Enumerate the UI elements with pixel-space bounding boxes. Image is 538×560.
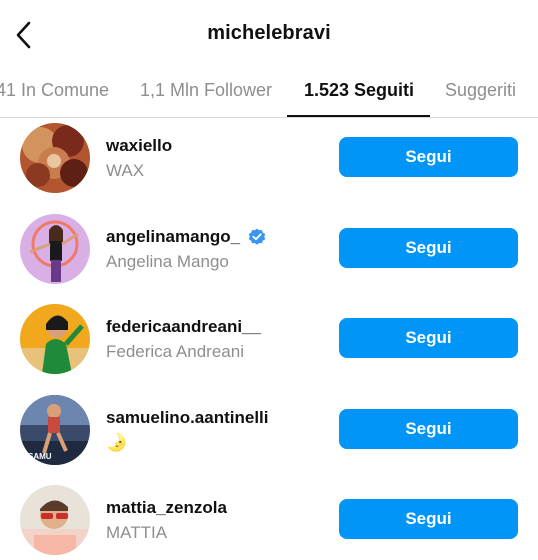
- full-name: MATTIA: [106, 523, 168, 542]
- avatar-caption: SAMU: [28, 452, 52, 461]
- tab-bar: 41 In Comune 1,1 Mln Follower 1.523 Segu…: [0, 70, 538, 118]
- follow-button[interactable]: Segui: [339, 228, 518, 268]
- tab-follower[interactable]: 1,1 Mln Follower: [140, 80, 272, 101]
- username[interactable]: angelinamango_: [106, 227, 240, 247]
- follow-button[interactable]: Segui: [339, 137, 518, 177]
- list-item[interactable]: federicaandreani__ Federica Andreani Seg…: [0, 299, 538, 389]
- follow-button[interactable]: Segui: [339, 318, 518, 358]
- avatar[interactable]: [20, 123, 90, 193]
- tab-seguiti[interactable]: 1.523 Seguiti: [304, 80, 414, 101]
- full-name: 🌛: [106, 433, 128, 452]
- tab-in-comune[interactable]: 41 In Comune: [0, 80, 109, 101]
- username[interactable]: mattia_zenzola: [106, 498, 227, 518]
- follow-button[interactable]: Segui: [339, 499, 518, 539]
- verified-badge-icon: [248, 228, 266, 245]
- header: michelebravi: [0, 0, 538, 70]
- full-name: Angelina Mango: [106, 252, 229, 271]
- avatar[interactable]: SAMU: [20, 395, 90, 465]
- profile-title: michelebravi: [207, 22, 331, 44]
- active-tab-indicator: [287, 115, 430, 117]
- avatar[interactable]: [20, 214, 90, 284]
- list-item[interactable]: waxiello WAX Segui: [0, 118, 538, 208]
- tab-suggeriti[interactable]: Suggeriti: [445, 80, 516, 101]
- username[interactable]: federicaandreani__: [106, 317, 261, 337]
- username[interactable]: waxiello: [106, 136, 172, 156]
- avatar[interactable]: [20, 485, 90, 555]
- follow-button[interactable]: Segui: [339, 409, 518, 449]
- list-item[interactable]: SAMU samuelino.aantinelli 🌛 Segui: [0, 390, 538, 480]
- avatar[interactable]: [20, 304, 90, 374]
- full-name: WAX: [106, 161, 145, 180]
- list-item[interactable]: angelinamango_ Angelina Mango Segui: [0, 209, 538, 299]
- full-name: Federica Andreani: [106, 342, 244, 361]
- username[interactable]: samuelino.aantinelli: [106, 408, 269, 428]
- list-item[interactable]: mattia_zenzola MATTIA Segui: [0, 480, 538, 560]
